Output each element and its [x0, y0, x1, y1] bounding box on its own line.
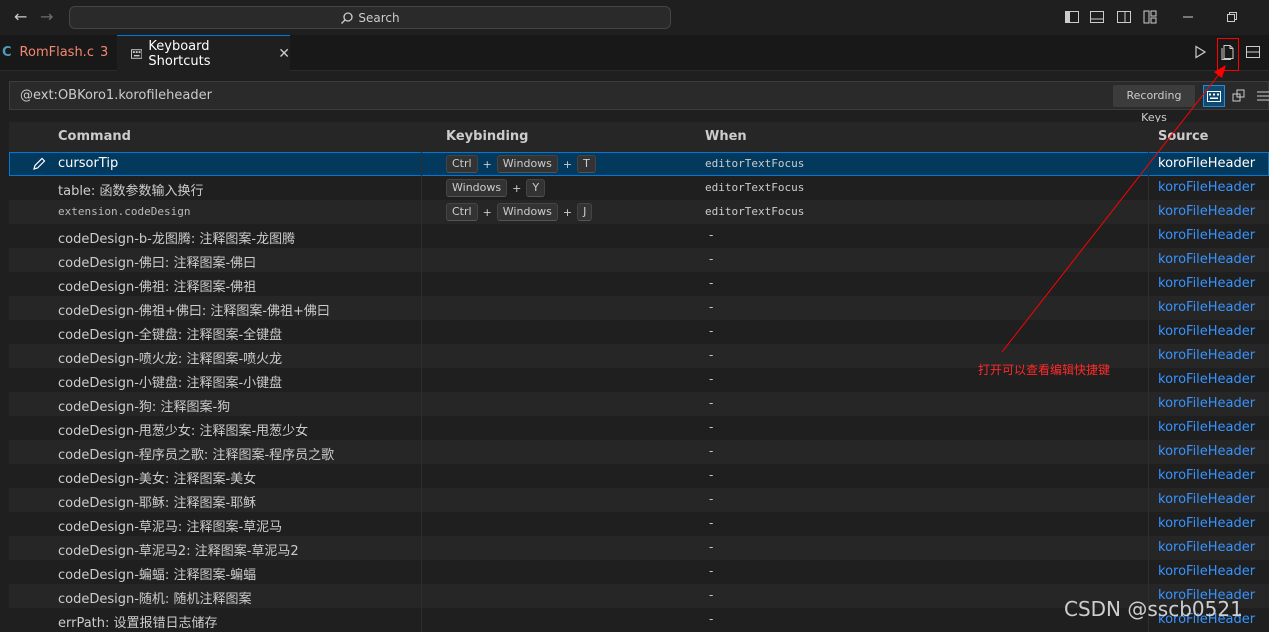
annotation-text: 打开可以查看编辑快捷键 [978, 363, 1111, 377]
watermark: CSDN @sscb0521 [1064, 597, 1243, 621]
annotation-arrow [1001, 65, 1226, 353]
